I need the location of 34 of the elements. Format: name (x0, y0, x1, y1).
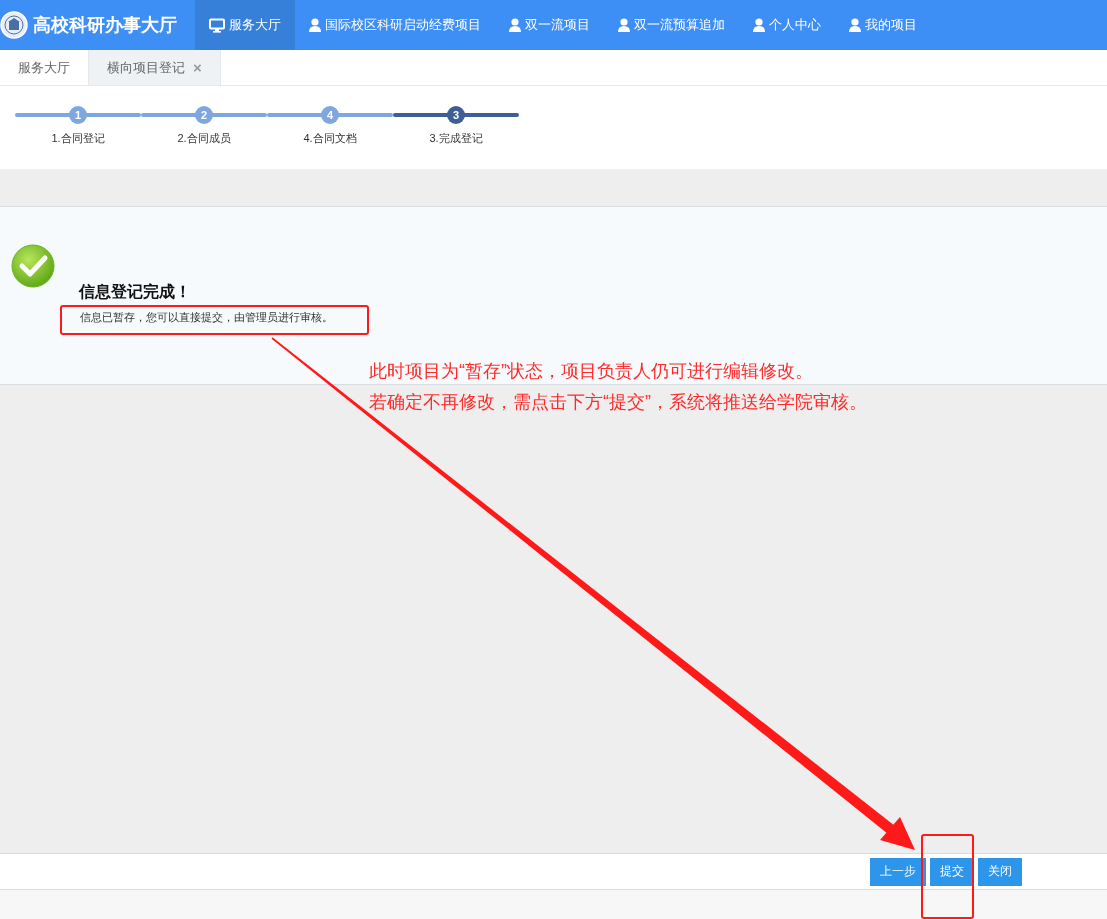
person-icon (849, 18, 861, 32)
step-label: 1.合同登记 (51, 131, 105, 146)
step-number: 2 (195, 106, 213, 124)
person-icon (618, 18, 630, 32)
action-button[interactable]: 提交 (930, 857, 974, 886)
result-title: 信息登记完成！ (79, 283, 192, 301)
nav-item[interactable]: 双一流项目 (495, 0, 604, 50)
step-number: 1 (69, 106, 87, 124)
university-logo-icon (0, 10, 29, 40)
page-tab[interactable]: 横向项目登记 × (89, 50, 221, 85)
monitor-icon (209, 17, 225, 33)
step-number: 3 (447, 106, 465, 124)
action-button[interactable]: 关闭 (978, 857, 1022, 886)
app-title: 高校科研办事大厅 (33, 14, 177, 37)
person-icon (509, 18, 521, 32)
step-number: 4 (321, 106, 339, 124)
step-label: 3.完成登记 (429, 131, 483, 146)
step-label: 4.合同文档 (303, 131, 357, 146)
tab-label: 横向项目登记 (107, 58, 185, 77)
action-button[interactable]: 上一步 (870, 857, 926, 886)
check-icon (10, 243, 56, 289)
close-icon[interactable]: × (193, 59, 202, 76)
nav-item[interactable]: 双一流预算追加 (604, 0, 739, 50)
annotation-text: 此时项目为“暂存”状态，项目负责人仍可进行编辑修改。 (369, 360, 814, 383)
nav-item[interactable]: 服务大厅 (195, 0, 295, 50)
person-icon (753, 18, 765, 32)
nav-item[interactable]: 个人中心 (739, 0, 835, 50)
step-label: 2.合同成员 (177, 131, 231, 146)
person-icon (309, 18, 321, 32)
tab-label: 服务大厅 (18, 58, 70, 77)
annotation-text: 若确定不再修改，需点击下方“提交”，系统将推送给学院审核。 (369, 391, 867, 414)
nav-item[interactable]: 国际校区科研启动经费项目 (295, 0, 495, 50)
result-message: 信息已暂存，您可以直接提交，由管理员进行审核。 (80, 310, 334, 324)
nav-item[interactable]: 我的项目 (835, 0, 931, 50)
